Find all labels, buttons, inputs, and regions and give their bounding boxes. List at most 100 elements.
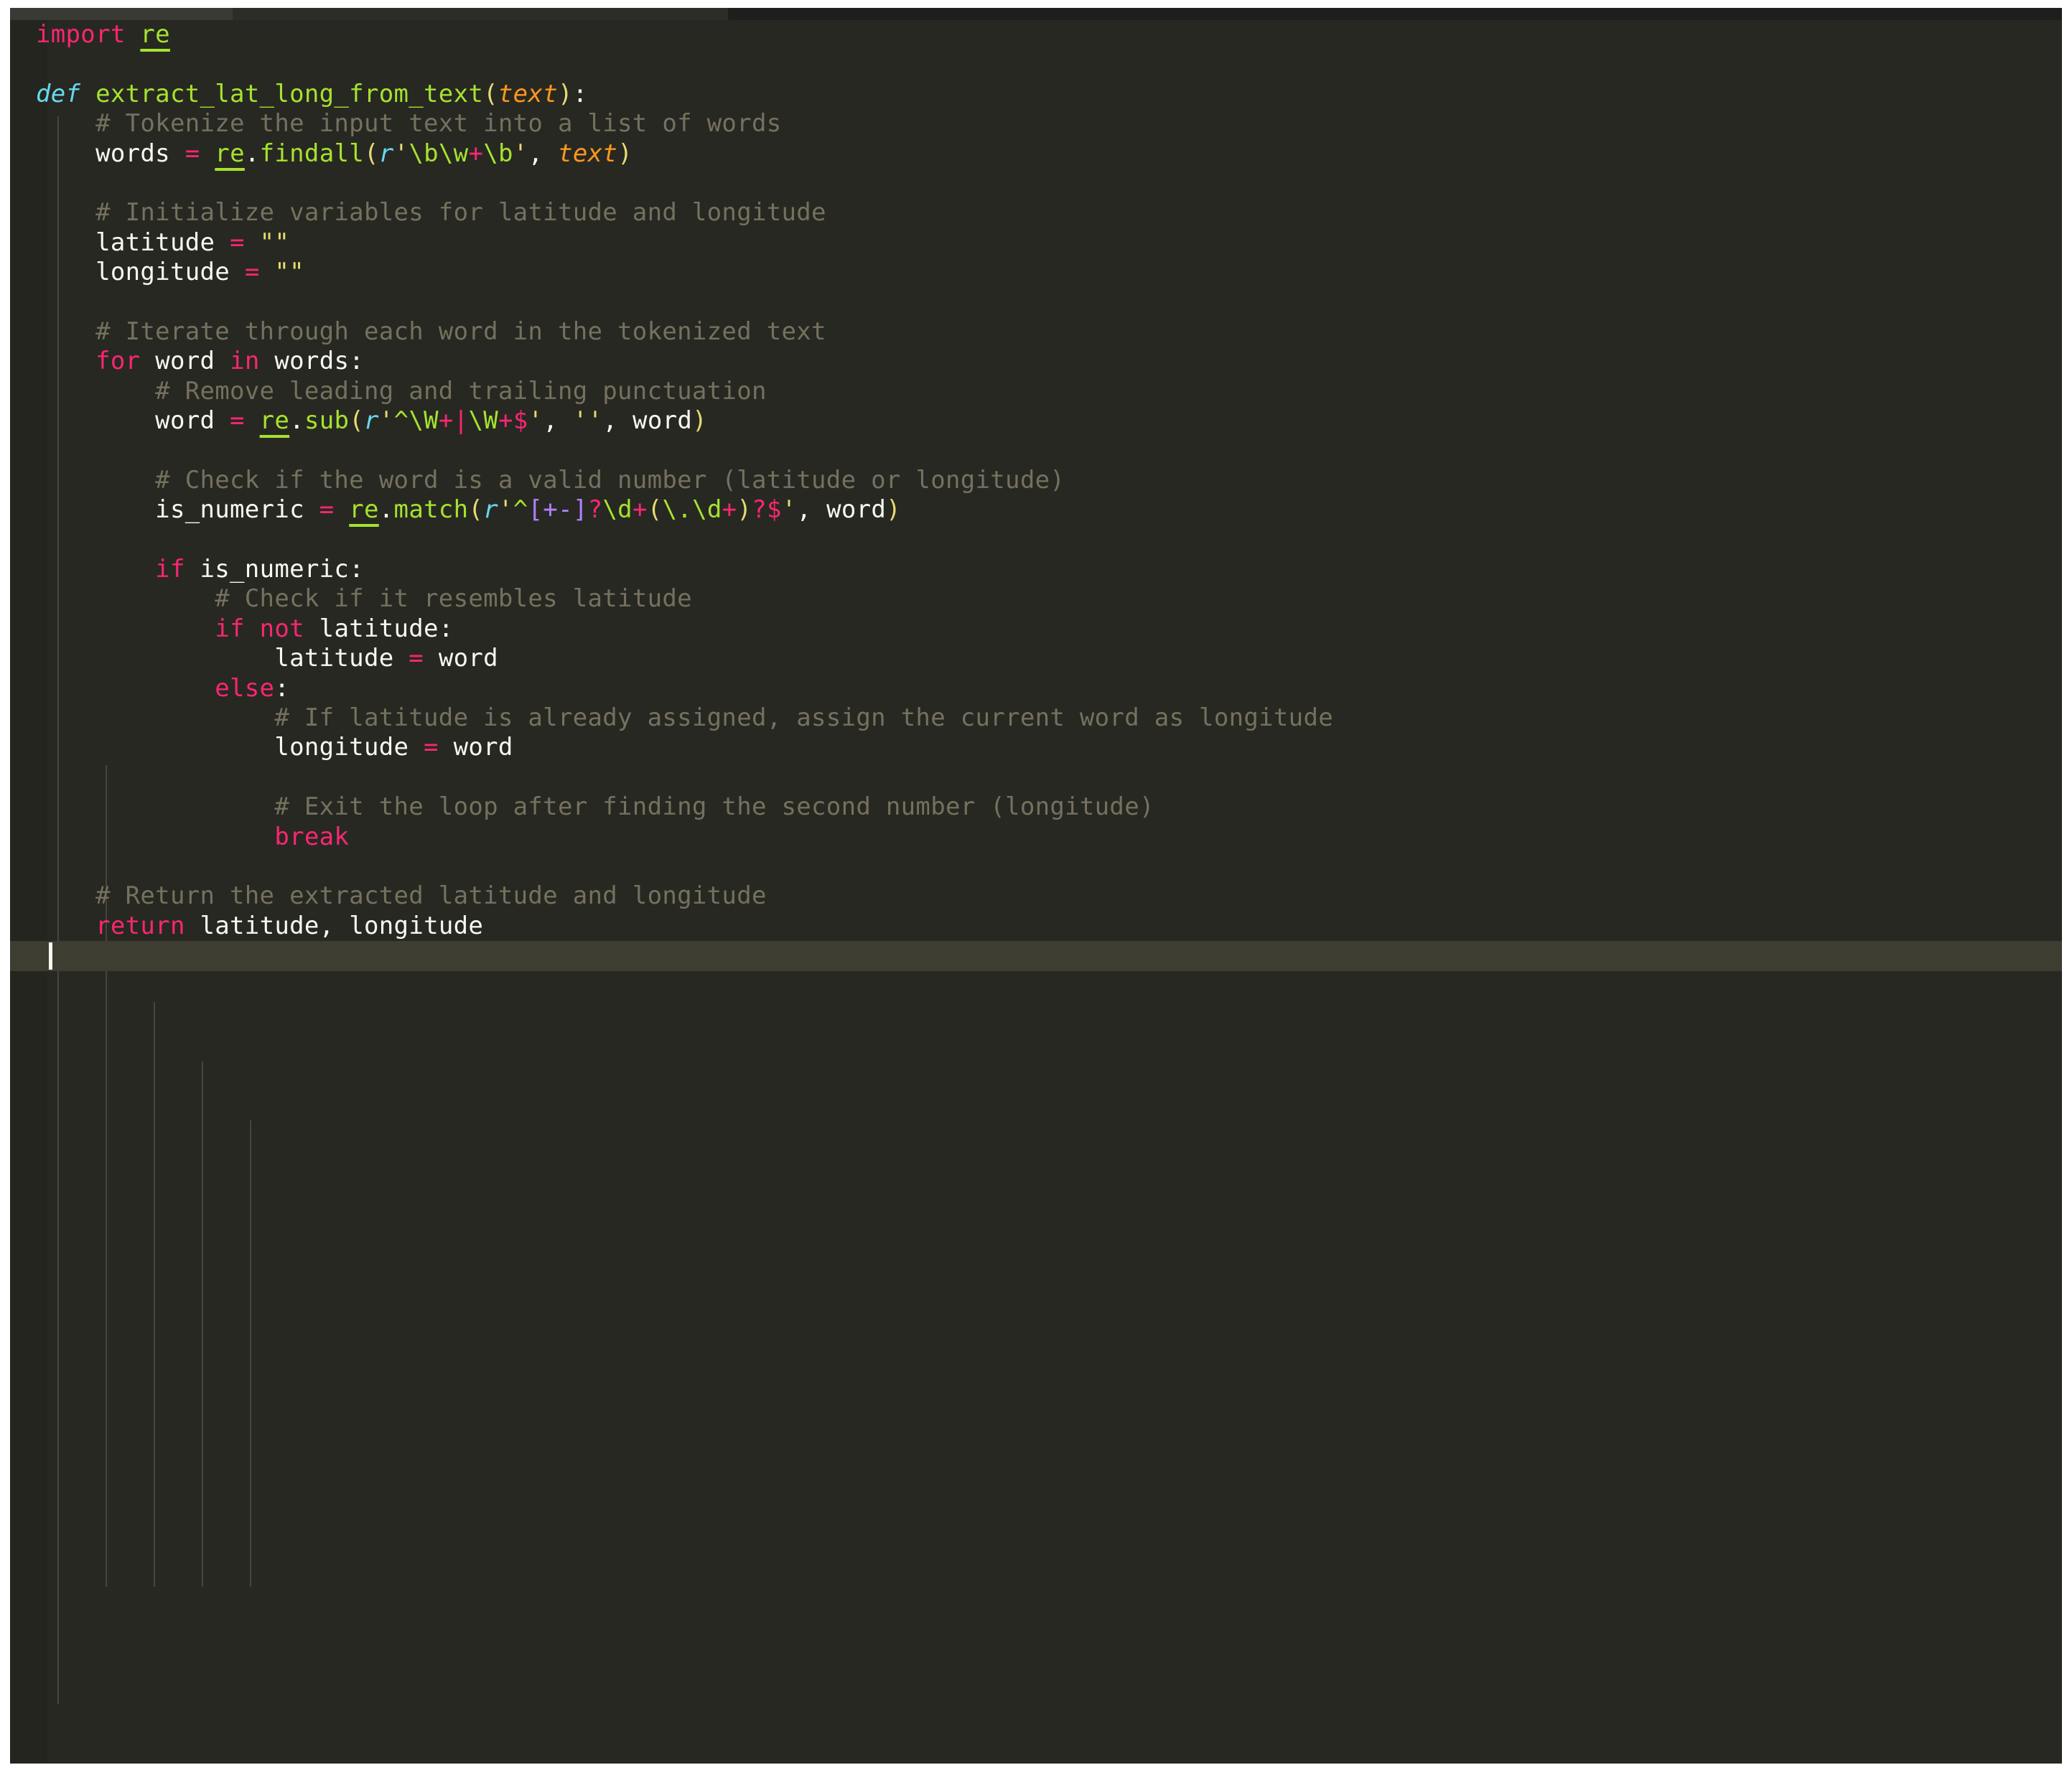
token-method-findall: findall [260,139,364,168]
colon-icon: : [349,555,364,584]
code-line-30[interactable]: # Return the extracted latitude and long… [10,881,2062,911]
colon-icon: : [349,347,364,375]
editor-top-strip-left [10,8,233,20]
code-line-4[interactable]: # Tokenize the input text into a list of… [10,109,2062,139]
code-line-32-current[interactable] [10,941,2062,970]
regex-anchor-caret: ^ [394,406,409,435]
token-keyword-else: else [215,674,274,703]
comma-icon: , [543,406,558,435]
regex-alternation-icon: | [454,406,469,435]
regex-quant-plus: + [439,406,454,435]
comment-exit-loop: # Exit the loop after finding the second… [274,792,1154,821]
token-keyword-break: break [274,823,349,851]
colon-icon: : [573,80,588,108]
code-surface[interactable]: import re def extract_lat_long_from_text… [10,20,2062,1764]
code-line-31[interactable]: return latitude, longitude [10,912,2062,941]
token-empty-string-single: '' [573,406,603,435]
code-line-5[interactable]: words = re.findall(r'\b\w+\b', text) [10,139,2062,169]
code-line-26[interactable] [10,763,2062,792]
operator-assign-icon: = [319,495,335,524]
dot-icon: . [289,406,304,435]
code-line-21[interactable]: if not latitude: [10,614,2062,644]
code-line-11[interactable]: # Iterate through each word in the token… [10,317,2062,347]
regex-char-class: [+-] [528,495,588,524]
regex-quant-plus: + [722,495,737,524]
token-var-longitude: longitude [274,733,409,762]
paren-close-icon: ) [558,80,573,108]
code-line-25[interactable]: longitude = word [10,733,2062,762]
editor-top-strip-right [728,8,2062,20]
regex-group-open: ( [648,495,663,524]
token-param-text: text [558,139,617,168]
code-line-24[interactable]: # If latitude is already assigned, assig… [10,703,2062,733]
regex-prefix-icon: r [379,139,394,168]
code-line-1[interactable]: import re [10,20,2062,50]
code-line-16[interactable]: # Check if the word is a valid number (l… [10,466,2062,495]
code-line-15[interactable] [10,436,2062,465]
paren-close-icon: ) [617,139,633,168]
regex-anchor-dollar: $ [767,495,782,524]
code-line-8[interactable]: latitude = "" [10,228,2062,258]
paren-close-icon: ) [886,495,901,524]
code-editor[interactable]: import re def extract_lat_long_from_text… [10,8,2062,1764]
code-line-18[interactable] [10,525,2062,555]
comma-icon: , [602,406,617,435]
token-var-longitude: longitude [349,912,483,940]
paren-open-icon: ( [468,495,483,524]
regex-anchor-dollar: $ [513,406,528,435]
token-var-latitude: latitude [200,912,319,940]
code-line-14[interactable]: word = re.sub(r'^\W+|\W+$', '', word) [10,406,2062,436]
regex-escape-W: \W [468,406,498,435]
comment-initialize: # Initialize variables for latitude and … [95,198,826,227]
code-line-23[interactable]: else: [10,674,2062,703]
token-function-name: extract_lat_long_from_text [95,80,483,108]
comment-assign-longitude: # If latitude is already assigned, assig… [274,703,1333,732]
token-var-word: word [454,733,513,762]
regex-escape-w: \w [439,139,469,168]
code-line-22[interactable]: latitude = word [10,644,2062,673]
token-keyword-import: import [36,20,126,49]
token-module-re: re [215,139,245,168]
code-line-27[interactable]: # Exit the loop after finding the second… [10,792,2062,822]
colon-icon: : [274,674,289,703]
token-method-sub: sub [304,406,349,435]
token-var-word: word [826,495,886,524]
regex-group-close: ) [737,495,752,524]
code-line-10[interactable] [10,288,2062,317]
regex-quant-plus: + [468,139,483,168]
regex-escape-b: \b [409,139,439,168]
comment-return-extracted: # Return the extracted latitude and long… [95,881,767,910]
token-var-is-numeric: is_numeric [200,555,350,584]
token-module-re: re [260,406,290,435]
token-keyword-in: in [230,347,260,375]
token-param-text: text [498,80,558,108]
token-empty-string: "" [260,228,290,257]
code-line-28[interactable]: break [10,823,2062,852]
colon-icon: : [439,614,454,643]
token-var-latitude: latitude [319,614,439,643]
code-line-20[interactable]: # Check if it resembles latitude [10,584,2062,614]
regex-prefix-icon: r [483,495,498,524]
token-var-words: words [274,347,349,375]
token-keyword-if: if [155,555,185,584]
code-line-29[interactable] [10,852,2062,881]
comment-remove-punct: # Remove leading and trailing punctuatio… [155,377,767,406]
token-var-word: word [633,406,692,435]
code-line-7[interactable]: # Initialize variables for latitude and … [10,198,2062,228]
code-line-12[interactable]: for word in words: [10,347,2062,376]
token-var-latitude: latitude [95,228,215,257]
token-keyword-for: for [95,347,140,375]
code-line-2[interactable] [10,50,2062,79]
code-line-13[interactable]: # Remove leading and trailing punctuatio… [10,377,2062,406]
comment-iterate: # Iterate through each word in the token… [95,317,826,346]
comment-tokenize: # Tokenize the input text into a list of… [95,109,781,138]
code-line-3[interactable]: def extract_lat_long_from_text(text): [10,80,2062,109]
quote-icon: ' [528,406,543,435]
code-line-17[interactable]: is_numeric = re.match(r'^[+-]?\d+(\.\d+)… [10,495,2062,525]
code-line-19[interactable]: if is_numeric: [10,555,2062,584]
code-line-9[interactable]: longitude = "" [10,258,2062,287]
code-line-6[interactable] [10,169,2062,198]
token-keyword-def: def [36,80,80,108]
dot-icon: . [379,495,394,524]
operator-assign-icon: = [409,644,424,673]
